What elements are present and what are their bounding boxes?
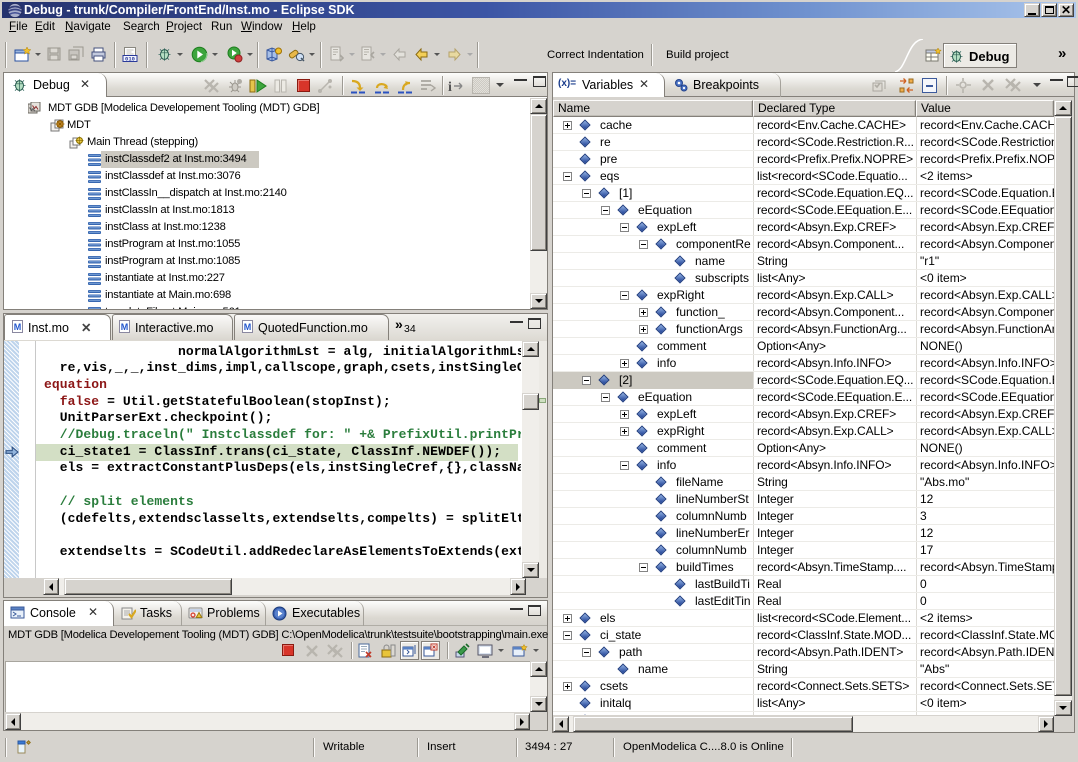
svg-text:010: 010 <box>125 55 135 62</box>
svg-text:i: i <box>448 80 452 94</box>
